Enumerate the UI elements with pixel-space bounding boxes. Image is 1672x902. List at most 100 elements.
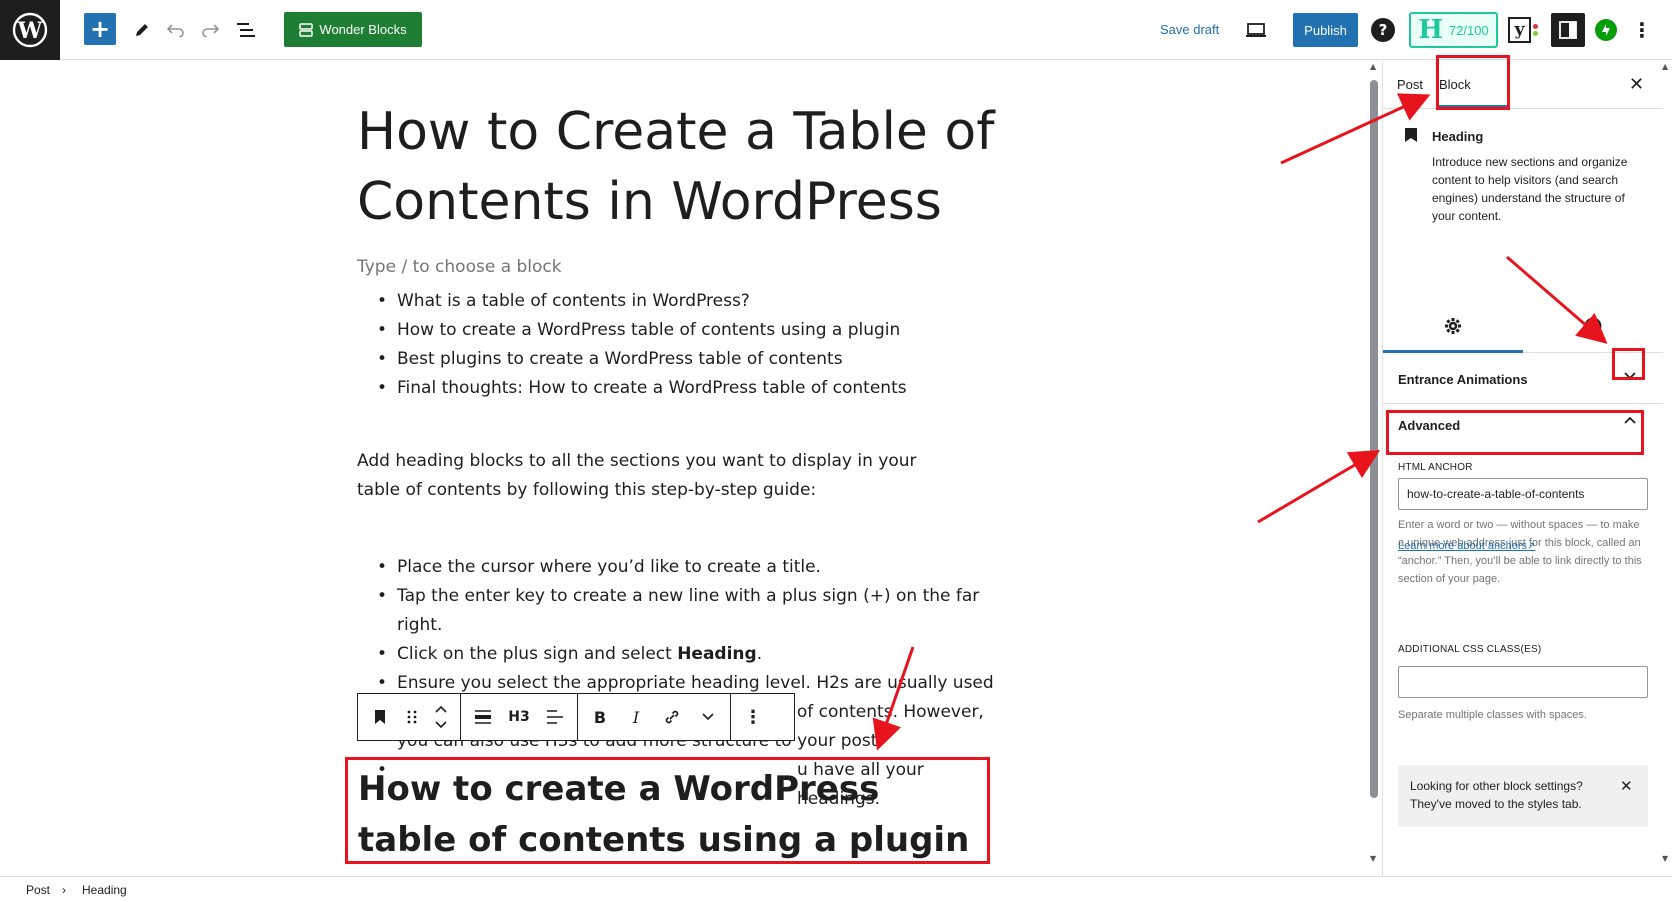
html-anchor-input[interactable] xyxy=(1398,478,1648,510)
css-classes-input[interactable] xyxy=(1398,666,1648,698)
chevron-up-icon xyxy=(435,705,447,713)
yoast-seo-button[interactable]: y xyxy=(1507,16,1539,44)
block-placeholder[interactable]: Type / to choose a block xyxy=(357,257,562,277)
panel-title: Advanced xyxy=(1398,418,1461,433)
link-button[interactable] xyxy=(654,694,690,740)
save-draft-button[interactable]: Save draft xyxy=(1160,22,1219,37)
list-item[interactable]: What is a table of contents in WordPress… xyxy=(357,287,997,316)
learn-more-anchors-link[interactable]: Learn more about anchors↗ xyxy=(1398,540,1535,552)
undo-icon xyxy=(167,24,184,37)
bold-button[interactable]: B xyxy=(582,694,618,740)
block-inspector-tabs xyxy=(1383,305,1663,353)
preview-button[interactable] xyxy=(1242,16,1270,44)
help-icon[interactable]: ? xyxy=(1371,18,1395,42)
list-item[interactable]: Best plugins to create a WordPress table… xyxy=(357,345,997,374)
list-view-icon xyxy=(237,23,255,37)
tab-settings[interactable] xyxy=(1383,317,1523,340)
bookmark-icon xyxy=(1405,128,1417,142)
block-card-title: Heading xyxy=(1432,129,1484,144)
active-tab-indicator xyxy=(1383,350,1523,353)
contrast-icon xyxy=(1584,317,1602,335)
align-wide-icon xyxy=(475,710,491,724)
align-left-icon xyxy=(547,710,563,724)
link-icon xyxy=(665,710,679,724)
panel-title: Entrance Animations xyxy=(1398,372,1528,387)
options-menu-button[interactable]: ⋮ xyxy=(1632,16,1652,44)
block-align-button[interactable] xyxy=(465,694,501,740)
learn-more-anchors-text: Learn more about anchors xyxy=(1398,540,1528,552)
chevron-down-icon xyxy=(1624,372,1636,380)
scroll-up-arrow-icon[interactable]: ▲ xyxy=(1370,62,1376,71)
publish-button[interactable]: Publish xyxy=(1293,13,1358,47)
wonder-blocks-button[interactable]: Wonder Blocks xyxy=(284,12,422,47)
block-toolbar: H3 B I ⋮ xyxy=(357,693,795,741)
seo-plugin-logo-icon: H xyxy=(1418,15,1443,45)
sidebar-tabs: Post Block ✕ xyxy=(1383,61,1663,109)
sidebar-layout-icon xyxy=(1559,21,1577,39)
more-vertical-icon: ⋮ xyxy=(744,706,762,728)
pencil-icon xyxy=(136,24,148,36)
list-item[interactable]: How to create a WordPress table of conte… xyxy=(357,316,997,345)
list-item[interactable]: Tap the enter key to create a new line w… xyxy=(357,582,997,640)
breadcrumb: Post › Heading xyxy=(0,876,1672,902)
seo-score-button[interactable]: H 72/100 xyxy=(1409,12,1498,48)
list-item[interactable]: Final thoughts: How to create a WordPres… xyxy=(357,374,997,403)
editor-scrollbar[interactable]: ▲ ▼ xyxy=(1370,62,1378,868)
block-options-button[interactable]: ⋮ xyxy=(735,694,771,740)
tab-block[interactable]: Block xyxy=(1439,77,1471,92)
scroll-down-arrow-icon[interactable]: ▼ xyxy=(1370,854,1376,863)
scroll-down-arrow-icon[interactable]: ▼ xyxy=(1662,854,1668,863)
heading-level-button[interactable]: H3 xyxy=(501,694,537,740)
move-block-buttons[interactable] xyxy=(426,694,456,740)
tab-post[interactable]: Post xyxy=(1397,77,1423,92)
svg-text:W: W xyxy=(17,18,43,44)
chevron-down-icon xyxy=(702,713,714,721)
seo-score-value: 72/100 xyxy=(1448,22,1489,38)
scroll-up-arrow-icon[interactable]: ▲ xyxy=(1662,62,1668,71)
list-item[interactable]: Click on the plus sign and select Headin… xyxy=(357,640,997,669)
wordpress-logo-icon[interactable]: W xyxy=(0,0,60,60)
more-rich-text-button[interactable] xyxy=(690,694,726,740)
block-card-description: Introduce new sections and organize cont… xyxy=(1432,155,1628,223)
panel-entrance-animations[interactable]: Entrance Animations xyxy=(1383,354,1663,404)
jetpack-icon[interactable] xyxy=(1595,19,1617,41)
italic-button[interactable]: I xyxy=(618,694,654,740)
settings-toggle-button[interactable] xyxy=(1551,13,1585,47)
breadcrumb-item-heading[interactable]: Heading xyxy=(82,883,127,897)
tab-styles[interactable] xyxy=(1523,317,1663,340)
document-overview-button[interactable] xyxy=(232,16,260,44)
add-block-button[interactable]: + xyxy=(84,13,116,45)
edit-tools-button[interactable] xyxy=(128,16,156,44)
yoast-icon: y xyxy=(1507,17,1532,43)
drag-handle[interactable] xyxy=(398,694,426,740)
settings-sidebar: Post Block ✕ Heading Introduce new secti… xyxy=(1382,61,1672,876)
close-sidebar-icon[interactable]: ✕ xyxy=(1629,74,1644,95)
selected-heading-block[interactable]: How to create a WordPress table of conte… xyxy=(345,757,990,864)
redo-button[interactable] xyxy=(196,16,224,44)
html-anchor-label: HTML ANCHOR xyxy=(1398,462,1473,473)
scrollbar-thumb[interactable] xyxy=(1370,80,1378,798)
block-type-button[interactable] xyxy=(362,694,398,740)
undo-button[interactable] xyxy=(162,16,190,44)
breadcrumb-item-post[interactable]: Post xyxy=(26,883,50,897)
more-vertical-icon: ⋮ xyxy=(1632,18,1652,42)
toc-list[interactable]: What is a table of contents in WordPress… xyxy=(357,287,997,403)
block-toolbar-group: H3 xyxy=(461,694,578,740)
gear-icon xyxy=(1445,318,1461,334)
close-icon[interactable]: ✕ xyxy=(1620,777,1633,795)
external-link-icon: ↗ xyxy=(1527,541,1536,552)
paragraph-block[interactable]: Add heading blocks to all the sections y… xyxy=(357,447,957,505)
list-item[interactable]: Place the cursor where you’d like to cre… xyxy=(357,553,997,582)
yoast-status-dots-icon xyxy=(1533,24,1539,36)
block-toolbar-group xyxy=(358,694,461,740)
chevron-up-icon xyxy=(1624,416,1636,424)
block-toolbar-group: ⋮ xyxy=(731,694,775,740)
post-title[interactable]: How to Create a Table of Contents in Wor… xyxy=(357,97,997,237)
text-align-button[interactable] xyxy=(537,694,573,740)
sidebar-scrollbar[interactable]: ▲ ▼ xyxy=(1662,62,1668,868)
active-tab-indicator xyxy=(1439,105,1509,108)
html-anchor-help: Enter a word or two — without spaces — t… xyxy=(1398,519,1642,585)
wonder-blocks-icon xyxy=(299,22,314,37)
panel-advanced[interactable]: Advanced xyxy=(1383,404,1663,454)
styles-moved-notice: Looking for other block settings? They'v… xyxy=(1398,765,1648,827)
